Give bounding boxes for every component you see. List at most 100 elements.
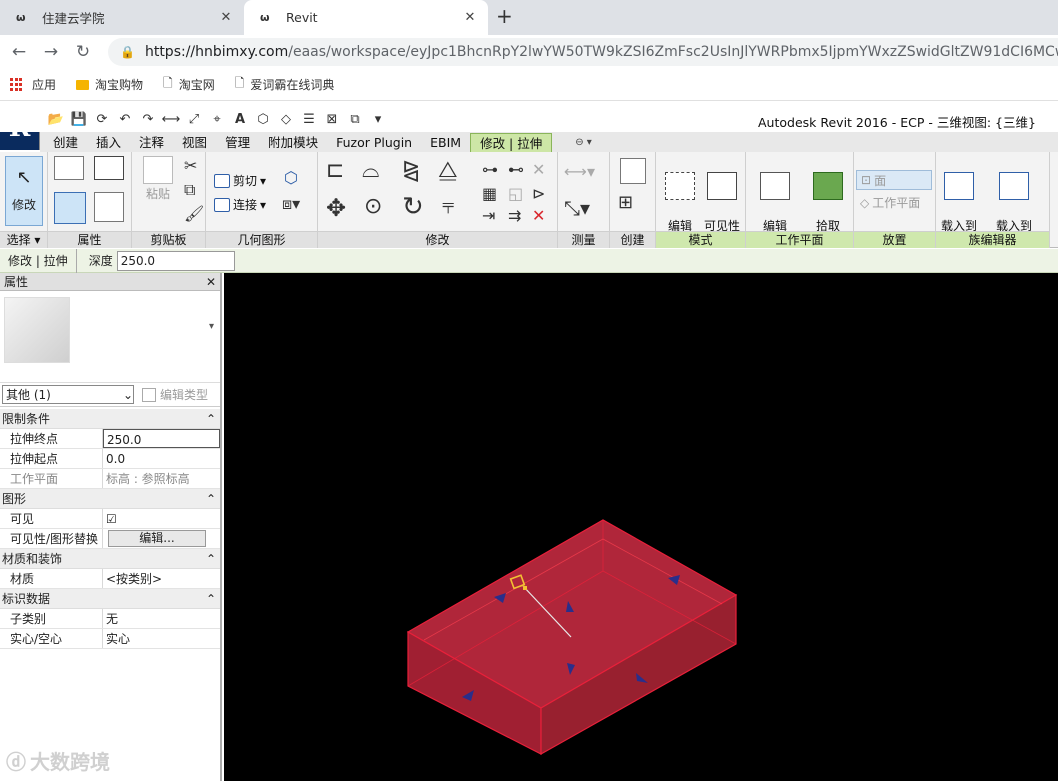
trim-extend-icon[interactable]: ⫧ xyxy=(442,194,454,219)
move-icon[interactable]: ✥ xyxy=(326,194,346,222)
mirror-draw-icon[interactable]: ⧋ xyxy=(438,158,458,183)
visible-checkbox[interactable]: ☑ xyxy=(103,509,220,528)
cut-geometry-button[interactable]: 剪切 ▾ xyxy=(214,172,266,189)
group-constraints[interactable]: 限制条件 ⌃ xyxy=(0,409,220,429)
tab-create[interactable]: 创建 xyxy=(44,133,87,152)
lock-icon[interactable]: 🔒 xyxy=(120,45,135,59)
type-properties-icon[interactable] xyxy=(54,156,84,180)
undo-icon[interactable]: ↶ xyxy=(115,112,135,127)
split-icon[interactable]: ⊶ xyxy=(482,160,498,179)
align-icon[interactable]: ⊏ xyxy=(326,158,344,183)
tab-addins[interactable]: 附加模块 xyxy=(259,133,327,152)
trim-multi-icon[interactable]: ⇉ xyxy=(508,206,521,225)
tab-ebim[interactable]: EBIM xyxy=(421,133,470,152)
customize-qat-icon[interactable]: ▾ xyxy=(368,112,388,127)
modify-button[interactable]: ↖ 修改 xyxy=(5,156,43,226)
join-geometry-icon xyxy=(214,197,230,212)
browser-tab-revit[interactable]: ѡ Revit ✕ xyxy=(244,0,488,35)
trim-single-icon[interactable]: ⇥ xyxy=(482,206,495,225)
3d-viewport[interactable] xyxy=(224,273,1058,781)
chevron-down-icon[interactable]: ▾ xyxy=(209,321,214,332)
reload-icon[interactable]: ↻ xyxy=(70,42,96,62)
panel-select: ↖ 修改 选择 ▾ xyxy=(0,152,48,248)
close-hidden-icon[interactable]: ⊠ xyxy=(322,112,342,127)
save-icon[interactable]: 💾 xyxy=(69,112,89,127)
back-icon[interactable]: ← xyxy=(6,42,32,62)
address-bar[interactable]: 🔒 https://hnbimxy.com/eaas/workspace/eyJ… xyxy=(108,38,1058,66)
bookmark-taobao-shopping[interactable]: 淘宝购物 xyxy=(76,76,143,93)
pin-icon[interactable]: ⊳ xyxy=(532,184,545,203)
create-group-icon[interactable] xyxy=(620,158,646,184)
mirror-axis-icon[interactable]: ⧎ xyxy=(402,158,420,183)
section-icon[interactable]: ◇ xyxy=(276,112,296,127)
rotate-icon[interactable]: ↻ xyxy=(402,192,424,222)
group-identity-data[interactable]: 标识数据 ⌃ xyxy=(0,589,220,609)
group-graphics[interactable]: 图形 ⌃ xyxy=(0,489,220,509)
tab-modify-extrusion[interactable]: 修改 | 拉伸 xyxy=(470,133,553,152)
properties-icon[interactable] xyxy=(54,192,86,224)
panel-label[interactable]: 选择 ▾ xyxy=(0,231,47,248)
place-on-workplane-button[interactable]: ◇ 工作平面 xyxy=(860,194,920,211)
type-filter-dropdown[interactable]: 其他 (1) ⌄ xyxy=(2,385,134,404)
open-icon[interactable]: 📂 xyxy=(46,112,66,127)
panel-clipboard: 粘贴 ✂ ⧉ 🖌 剪贴板 xyxy=(132,152,206,248)
new-tab-button[interactable]: + xyxy=(496,4,513,28)
visibility-override-edit-button[interactable]: 编辑... xyxy=(108,530,206,547)
subcategory-value[interactable]: 无 xyxy=(103,609,220,628)
material-value[interactable]: <按类别> xyxy=(103,569,220,588)
depth-input[interactable]: 250.0 xyxy=(116,250,235,271)
dimension-icon[interactable]: ⤢ xyxy=(184,112,204,127)
tag-icon[interactable]: ⌖ xyxy=(207,112,227,127)
bookmark-taobao[interactable]: 🗋 淘宝网 xyxy=(163,74,215,95)
tab-annotate[interactable]: 注释 xyxy=(130,133,173,152)
paste-button[interactable]: 粘贴 xyxy=(140,156,176,202)
forward-icon[interactable]: → xyxy=(38,42,64,62)
measure-icon[interactable]: ⟷ xyxy=(161,112,181,127)
solid-void-value[interactable]: 实心 xyxy=(103,629,220,648)
extrusion-end-input[interactable]: 250.0 xyxy=(103,429,220,448)
tab-view[interactable]: 视图 xyxy=(173,133,216,152)
delete-icon[interactable]: ✕ xyxy=(532,206,545,225)
tab-insert[interactable]: 插入 xyxy=(87,133,130,152)
group-materials[interactable]: 材质和装饰 ⌃ xyxy=(0,549,220,569)
cursor-icon: ↖ xyxy=(16,167,32,188)
edit-type-button[interactable]: 编辑类型 xyxy=(142,386,208,403)
cut-icon[interactable]: ✂ xyxy=(184,156,197,175)
redo-icon[interactable]: ↷ xyxy=(138,112,158,127)
dimension-aligned-icon[interactable]: ⤡▾ xyxy=(564,196,590,220)
thin-lines-icon[interactable]: ☰ xyxy=(299,112,319,127)
tab-manage[interactable]: 管理 xyxy=(216,133,259,152)
switch-windows-icon[interactable]: ⧉ xyxy=(345,112,365,127)
property-row: 拉伸终点 250.0 xyxy=(0,429,220,449)
ribbon-minimize-icon[interactable]: ⊖ ▾ xyxy=(566,133,601,152)
bookmark-apps[interactable]: 应用 xyxy=(10,76,56,93)
copy-element-icon[interactable]: ⊙ xyxy=(364,194,382,219)
array-icon[interactable]: ▦ xyxy=(482,184,497,203)
3d-view-icon[interactable]: ⬡ xyxy=(253,112,273,127)
scale-icon[interactable]: ◱ xyxy=(508,184,523,203)
paint-icon[interactable]: ⬡ xyxy=(284,168,298,187)
sync-icon[interactable]: ⟳ xyxy=(92,112,112,127)
join-geometry-button[interactable]: 连接 ▾ xyxy=(214,196,266,213)
bookmark-iciba[interactable]: 🗋 爱词霸在线词典 xyxy=(235,74,335,95)
split-face-icon[interactable]: ⧈▾ xyxy=(282,194,300,214)
close-icon[interactable]: ✕ xyxy=(206,275,216,289)
close-tab-icon[interactable]: ✕ xyxy=(218,10,234,25)
quick-access-toolbar: 📂 💾 ⟳ ↶ ↷ ⟷ ⤢ ⌖ A ⬡ ◇ ☰ ⊠ ⧉ ▾ Autodesk R… xyxy=(0,106,1058,132)
match-properties-icon[interactable]: 🖌 xyxy=(184,204,204,223)
extrusion-start-input[interactable]: 0.0 xyxy=(103,449,220,468)
place-on-face-button[interactable]: ⊡ 面 xyxy=(856,170,932,190)
create-similar-icon[interactable]: ⊞ xyxy=(618,192,633,213)
measure-between-icon[interactable]: ⟷▾ xyxy=(564,162,595,181)
unpin-icon[interactable]: ✕ xyxy=(532,160,545,179)
browser-tab-zhujian[interactable]: ѡ 住建云学院 ✕ xyxy=(0,0,244,35)
tab-fuzor[interactable]: Fuzor Plugin xyxy=(327,133,421,152)
close-tab-icon[interactable]: ✕ xyxy=(462,10,478,25)
text-icon[interactable]: A xyxy=(230,112,250,127)
family-types-icon[interactable] xyxy=(94,156,124,180)
offset-icon[interactable]: ⌓ xyxy=(362,158,379,183)
copy-icon[interactable]: ⧉ xyxy=(184,180,195,200)
split-gap-icon[interactable]: ⊷ xyxy=(508,160,524,179)
ribbon-tab-bar: 创建 插入 注释 视图 管理 附加模块 Fuzor Plugin EBIM 修改… xyxy=(40,132,1058,152)
family-category-icon[interactable] xyxy=(94,192,124,222)
